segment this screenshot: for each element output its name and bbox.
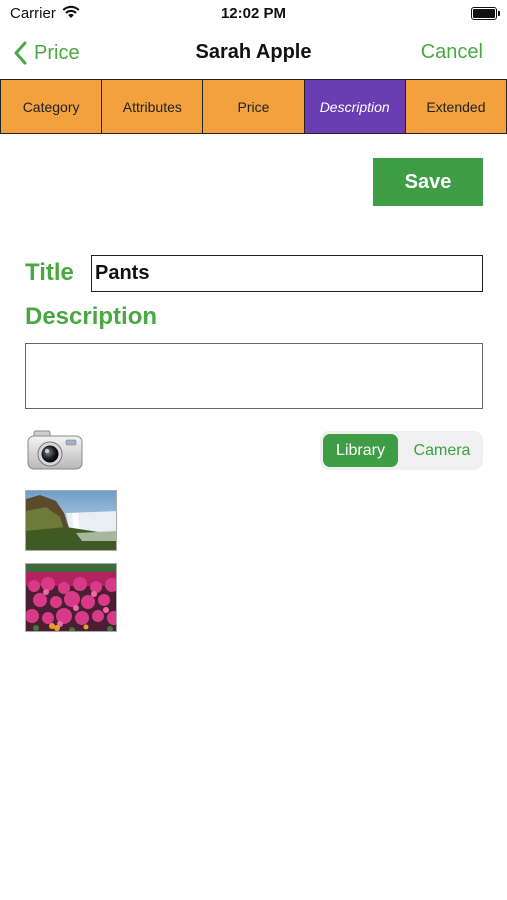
tab-price[interactable]: Price [203,80,305,133]
library-segment[interactable]: Library [323,434,398,467]
photo-thumbnail[interactable] [25,563,117,632]
save-button[interactable]: Save [373,158,483,206]
title-input[interactable]: Pants [91,255,483,292]
photo-thumbnail[interactable] [25,490,117,551]
flowers-photo-icon [26,564,116,631]
tab-bar: Category Attributes Price Description Ex… [0,79,507,134]
battery-icon [471,7,500,20]
source-segmented-control: Library Camera [320,431,483,470]
cancel-button[interactable]: Cancel [421,41,483,64]
navigation-bar: Price Sarah Apple Cancel [0,28,507,78]
description-label: Description [25,303,158,330]
camera-segment[interactable]: Camera [404,434,480,467]
clock: 12:02 PM [220,5,287,22]
tab-extended[interactable]: Extended [405,80,507,133]
tab-category[interactable]: Category [0,80,103,133]
tab-attributes[interactable]: Attributes [102,80,204,133]
description-input[interactable] [25,343,483,409]
status-bar: Carrier 12:02 PM [0,0,507,28]
waterfall-photo-icon [26,491,116,550]
tab-description[interactable]: Description [304,80,406,133]
camera-icon[interactable] [26,428,84,472]
title-label: Title [25,259,74,286]
